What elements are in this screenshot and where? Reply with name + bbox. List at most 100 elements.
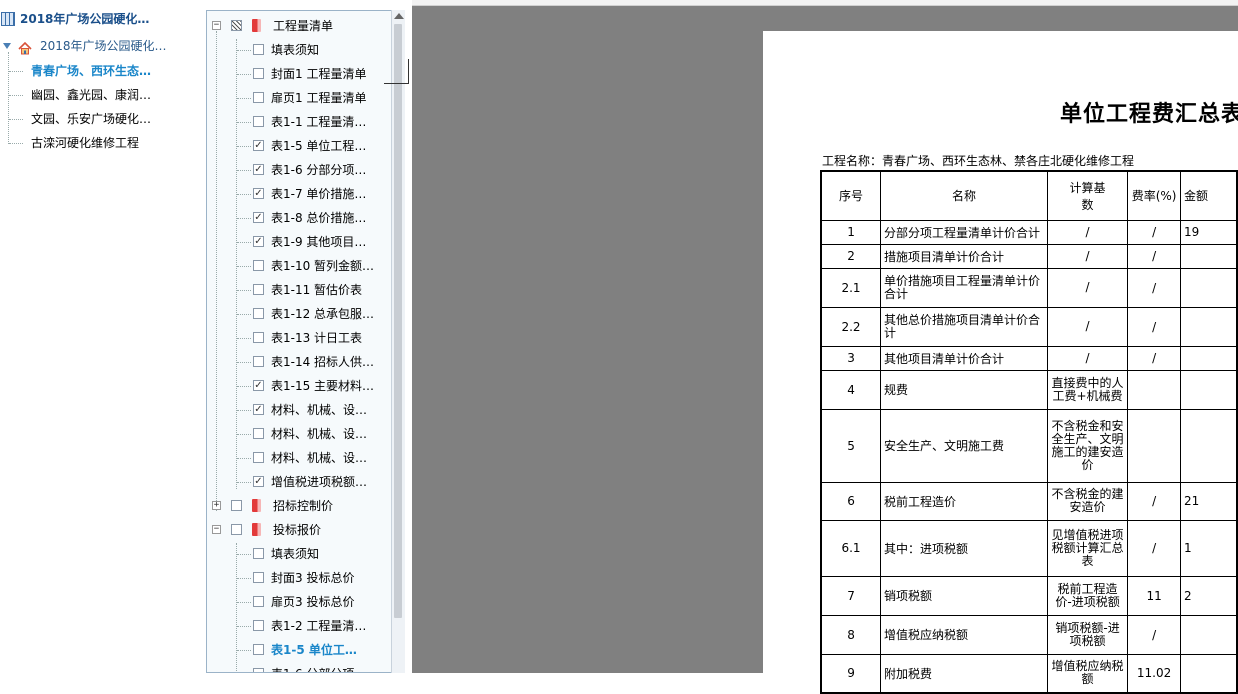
report-item-label: 表1-14 招标人供… <box>271 355 375 369</box>
report-group-control-price[interactable]: + 招标控制价 <box>207 494 392 518</box>
report-item-label: 表1-10 暂列金额… <box>271 259 375 273</box>
report-item[interactable]: 表1-1 工程量清… <box>207 110 392 134</box>
row-name: 增值税应纳税额 <box>880 614 1048 655</box>
report-item-label: 表1-13 计日工表 <box>271 331 363 345</box>
report-checkbox-checked[interactable]: ✓ <box>253 188 264 199</box>
report-checkbox[interactable] <box>253 332 264 343</box>
project-item-label: 青春广场、西环生态… <box>31 64 152 78</box>
report-item[interactable]: 封面3 投标总价 <box>207 566 392 590</box>
report-item-label: 表1-2 工程量清… <box>271 619 367 633</box>
report-item[interactable]: 材料、机械、设… <box>207 422 392 446</box>
row-rate: 11.02 <box>1127 653 1181 694</box>
row-amount <box>1179 243 1238 269</box>
row-rate: / <box>1127 345 1181 371</box>
row-amount: 1 <box>1179 519 1238 577</box>
report-checkbox[interactable] <box>253 452 264 463</box>
report-checkbox-checked[interactable]: ✓ <box>253 212 264 223</box>
row-basis: 不含税金和安全生产、文明施工的建安造价 <box>1046 408 1129 483</box>
report-checkbox-checked[interactable]: ✓ <box>253 380 264 391</box>
report-checkbox[interactable] <box>253 644 264 655</box>
report-item[interactable]: 填表须知 <box>207 38 392 62</box>
project-item[interactable]: 古滦河硬化维修工程 <box>31 132 139 154</box>
report-checkbox-checked[interactable]: ✓ <box>253 164 264 175</box>
report-checkbox[interactable] <box>253 68 264 79</box>
report-checkbox[interactable] <box>253 308 264 319</box>
report-checkbox[interactable] <box>253 596 264 607</box>
report-checkbox[interactable] <box>253 620 264 631</box>
report-item[interactable]: 材料、机械、设… <box>207 446 392 470</box>
report-checkbox-checked[interactable]: ✓ <box>253 140 264 151</box>
report-item[interactable]: ✓ 表1-6 分部分项… <box>207 158 392 182</box>
report-item-label: 材料、机械、设… <box>271 403 368 417</box>
group-checkbox[interactable] <box>231 524 242 535</box>
report-item-label: 填表须知 <box>271 43 320 57</box>
row-rate: / <box>1127 243 1181 269</box>
project-item[interactable]: 幽园、鑫光园、康润… <box>31 84 151 106</box>
row-no: 2.2 <box>820 306 882 347</box>
report-checkbox[interactable] <box>253 92 264 103</box>
report-tree-scrollbar[interactable] <box>391 10 405 673</box>
report-item[interactable]: 填表须知 <box>207 542 392 566</box>
report-checkbox[interactable] <box>253 116 264 127</box>
report-checkbox-checked[interactable]: ✓ <box>253 404 264 415</box>
report-checkbox[interactable] <box>253 572 264 583</box>
report-item[interactable]: ✓ 表1-15 主要材料… <box>207 374 392 398</box>
report-item[interactable]: ✓ 表1-9 其他项目… <box>207 230 392 254</box>
row-name: 分部分项工程量清单计价合计 <box>880 219 1048 245</box>
report-item[interactable]: 扉页3 投标总价 <box>207 590 392 614</box>
report-checkbox[interactable] <box>253 260 264 271</box>
report-item[interactable]: ✓ 表1-7 单价措施… <box>207 182 392 206</box>
report-checkbox[interactable] <box>253 668 264 672</box>
collapse-arrow-icon[interactable] <box>3 43 11 49</box>
row-basis: / <box>1046 267 1129 308</box>
row-rate: / <box>1127 219 1181 245</box>
report-checkbox-checked[interactable]: ✓ <box>253 236 264 247</box>
report-checkbox[interactable] <box>253 284 264 295</box>
table-row: 2.2 其他总价措施项目清单计价合计 / / <box>820 306 1238 347</box>
collapse-icon[interactable]: − <box>212 21 221 30</box>
report-item[interactable]: 表1-14 招标人供… <box>207 350 392 374</box>
collapse-icon[interactable]: − <box>212 525 221 534</box>
scrollbar-thumb[interactable] <box>394 24 402 618</box>
report-item[interactable]: 扉页1 工程量清单 <box>207 86 392 110</box>
row-name: 安全生产、文明施工费 <box>880 408 1048 483</box>
report-group-quantity-list[interactable]: − 工程量清单 <box>207 14 392 38</box>
project-item[interactable]: 青春广场、西环生态… <box>31 60 151 82</box>
row-name: 销项税额 <box>880 575 1048 616</box>
report-checkbox[interactable] <box>253 44 264 55</box>
report-item[interactable]: 表1-2 工程量清… <box>207 614 392 638</box>
report-checkbox[interactable] <box>253 548 264 559</box>
report-item[interactable]: ✓ 材料、机械、设… <box>207 398 392 422</box>
report-item[interactable]: 表1-6 分部分项… <box>207 662 392 672</box>
report-checkbox[interactable] <box>253 356 264 367</box>
report-item[interactable]: ✓ 增值税进项税额… <box>207 470 392 494</box>
row-no: 6 <box>820 481 882 521</box>
project-tree: 2018年广场公园硬化… 2018年广场公园硬化… 青春广场、西环生态… 幽园、… <box>0 0 203 673</box>
report-item[interactable]: 表1-11 暂估价表 <box>207 278 392 302</box>
header-cell: 计算基数 <box>1046 170 1129 221</box>
report-group-bid-price[interactable]: − 投标报价 <box>207 518 392 542</box>
row-no: 6.1 <box>820 519 882 577</box>
report-item[interactable]: 封面1 工程量清单 <box>207 62 392 86</box>
report-item[interactable]: 表1-10 暂列金额… <box>207 254 392 278</box>
expand-icon[interactable]: + <box>212 501 221 510</box>
report-item[interactable]: 表1-13 计日工表 <box>207 326 392 350</box>
project-item[interactable]: 文园、乐安广场硬化… <box>31 108 151 130</box>
group-checkbox[interactable] <box>231 20 242 31</box>
row-no: 3 <box>820 345 882 371</box>
report-item-label: 表1-6 分部分项… <box>271 163 367 177</box>
report-item[interactable]: ✓ 表1-8 总价措施… <box>207 206 392 230</box>
report-item[interactable]: ✓ 表1-5 单位工程… <box>207 134 392 158</box>
row-amount: 19 <box>1179 219 1238 245</box>
row-no: 4 <box>820 369 882 410</box>
report-item-selected[interactable]: 表1-5 单位工… <box>207 638 392 662</box>
group-checkbox[interactable] <box>231 500 242 511</box>
report-checkbox-checked[interactable]: ✓ <box>253 476 264 487</box>
scroll-up-icon[interactable] <box>394 13 404 19</box>
report-group-label: 投标报价 <box>273 523 322 537</box>
report-checkbox[interactable] <box>253 428 264 439</box>
row-rate <box>1127 408 1181 483</box>
report-item[interactable]: 表1-12 总承包服… <box>207 302 392 326</box>
table-row: 6.1 其中：进项税额 见增值税进项税额计算汇总表/1 <box>820 519 1238 577</box>
home-icon <box>18 40 32 55</box>
